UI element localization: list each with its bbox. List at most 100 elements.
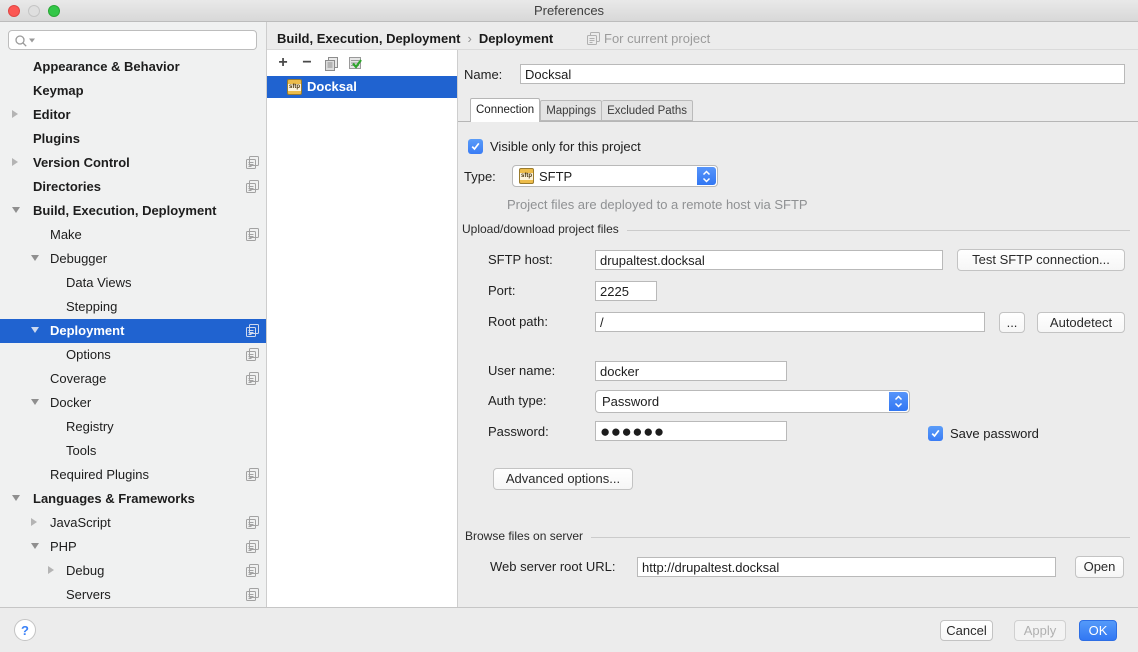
port-input[interactable] <box>595 281 657 301</box>
remove-server-button[interactable]: − <box>297 53 317 73</box>
sidebar-item-languages-frameworks[interactable]: Languages & Frameworks <box>0 487 266 511</box>
window-title: Preferences <box>0 0 1138 22</box>
sftp-host-input[interactable] <box>595 250 943 270</box>
browse-section-header: Browse files on server <box>465 529 1130 543</box>
expand-arrow-icon[interactable] <box>31 518 37 526</box>
sidebar-item-data-views[interactable]: Data Views <box>0 271 266 295</box>
test-sftp-connection-button[interactable]: Test SFTP connection... <box>957 249 1125 271</box>
sidebar-item-label: Make <box>0 223 266 247</box>
tab-mappings[interactable]: Mappings <box>540 100 602 121</box>
per-project-icon <box>246 348 259 361</box>
sidebar-item-label: JavaScript <box>0 511 266 535</box>
collapse-arrow-icon[interactable] <box>12 495 20 501</box>
collapse-arrow-icon[interactable] <box>12 207 20 213</box>
sidebar-item-php[interactable]: PHP <box>0 535 266 559</box>
collapse-arrow-icon[interactable] <box>31 327 39 333</box>
sidebar-item-options[interactable]: Options <box>0 343 266 367</box>
copy-server-button[interactable] <box>321 53 341 73</box>
section-divider <box>627 230 1130 231</box>
user-name-input[interactable] <box>595 361 787 381</box>
save-password-checkbox[interactable] <box>928 426 943 441</box>
sidebar-item-label: PHP <box>0 535 266 559</box>
open-button[interactable]: Open <box>1075 556 1124 578</box>
type-hint: Project files are deployed to a remote h… <box>507 197 808 212</box>
advanced-options-button[interactable]: Advanced options... <box>493 468 633 490</box>
sidebar-item-debugger[interactable]: Debugger <box>0 247 266 271</box>
sidebar-item-plugins[interactable]: Plugins <box>0 127 266 151</box>
sidebar-item-label: Tools <box>0 439 266 463</box>
sidebar-item-stepping[interactable]: Stepping <box>0 295 266 319</box>
sftp-host-label: SFTP host: <box>488 250 553 270</box>
sidebar-item-build-execution-deployment[interactable]: Build, Execution, Deployment <box>0 199 266 223</box>
breadcrumb-separator: › <box>460 31 478 46</box>
sftp-file-icon: sftp <box>287 79 302 95</box>
breadcrumb-current: Deployment <box>479 31 553 46</box>
sidebar-item-label: Editor <box>0 103 266 127</box>
browse-root-path-button[interactable]: ... <box>999 312 1025 333</box>
sidebar-item-tools[interactable]: Tools <box>0 439 266 463</box>
sidebar-item-coverage[interactable]: Coverage <box>0 367 266 391</box>
per-project-icon <box>246 180 259 193</box>
per-project-icon <box>246 516 259 529</box>
sidebar-item-registry[interactable]: Registry <box>0 415 266 439</box>
sidebar-item-version-control[interactable]: Version Control <box>0 151 266 175</box>
sidebar-item-docker[interactable]: Docker <box>0 391 266 415</box>
password-input[interactable] <box>595 421 787 441</box>
sidebar-item-required-plugins[interactable]: Required Plugins <box>0 463 266 487</box>
server-list-item-docksal[interactable]: sftp Docksal <box>267 76 457 98</box>
collapse-arrow-icon[interactable] <box>31 255 39 261</box>
ok-button[interactable]: OK <box>1079 620 1117 641</box>
web-root-label: Web server root URL: <box>490 557 615 577</box>
web-root-input[interactable] <box>637 557 1056 577</box>
root-path-input[interactable] <box>595 312 985 332</box>
tab-connection[interactable]: Connection <box>470 98 540 122</box>
sidebar-item-editor[interactable]: Editor <box>0 103 266 127</box>
name-label: Name: <box>464 65 502 85</box>
sidebar-item-appearance-behavior[interactable]: Appearance & Behavior <box>0 55 266 79</box>
user-name-label: User name: <box>488 361 555 381</box>
per-project-icon <box>246 324 259 337</box>
settings-search-input[interactable] <box>8 30 257 50</box>
breadcrumb-parent[interactable]: Build, Execution, Deployment <box>277 31 460 46</box>
sidebar-item-servers[interactable]: Servers <box>0 583 266 607</box>
sidebar-item-deployment[interactable]: Deployment <box>0 319 266 343</box>
help-button[interactable]: ? <box>14 619 36 641</box>
add-server-button[interactable]: + <box>273 53 293 73</box>
collapse-arrow-icon[interactable] <box>31 543 39 549</box>
sidebar-item-make[interactable]: Make <box>0 223 266 247</box>
titlebar[interactable]: Preferences <box>0 0 1138 22</box>
sidebar-item-label: Coverage <box>0 367 266 391</box>
sidebar-item-directories[interactable]: Directories <box>0 175 266 199</box>
tab-excluded-paths[interactable]: Excluded Paths <box>602 100 693 121</box>
per-project-icon <box>246 468 259 481</box>
auth-type-label: Auth type: <box>488 391 547 411</box>
select-stepper-icon <box>889 392 908 411</box>
expand-arrow-icon[interactable] <box>48 566 54 574</box>
collapse-arrow-icon[interactable] <box>31 399 39 405</box>
sidebar-item-label: Debugger <box>0 247 266 271</box>
use-as-default-button[interactable] <box>345 53 365 73</box>
sidebar-item-label: Debug <box>0 559 266 583</box>
sidebar-item-label: Stepping <box>0 295 266 319</box>
auth-type-value: Password <box>602 394 659 409</box>
autodetect-button[interactable]: Autodetect <box>1037 312 1125 333</box>
sidebar-item-label: Languages & Frameworks <box>0 487 266 511</box>
server-list-panel: + − sftp <box>267 50 458 607</box>
per-project-icon <box>246 156 259 169</box>
sidebar-item-javascript[interactable]: JavaScript <box>0 511 266 535</box>
sidebar-item-debug[interactable]: Debug <box>0 559 266 583</box>
auth-type-select[interactable]: Password <box>595 390 910 413</box>
sidebar-item-label: Data Views <box>0 271 266 295</box>
expand-arrow-icon[interactable] <box>12 110 18 118</box>
check-icon <box>470 141 481 152</box>
visible-only-checkbox[interactable] <box>468 139 483 154</box>
type-select[interactable]: sftp SFTP <box>512 165 718 187</box>
expand-arrow-icon[interactable] <box>12 158 18 166</box>
name-input[interactable] <box>520 64 1125 84</box>
apply-button[interactable]: Apply <box>1014 620 1066 641</box>
sidebar-item-keymap[interactable]: Keymap <box>0 79 266 103</box>
root-path-label: Root path: <box>488 312 548 332</box>
search-icon <box>14 34 38 48</box>
copy-icon <box>324 56 339 71</box>
cancel-button[interactable]: Cancel <box>940 620 993 641</box>
